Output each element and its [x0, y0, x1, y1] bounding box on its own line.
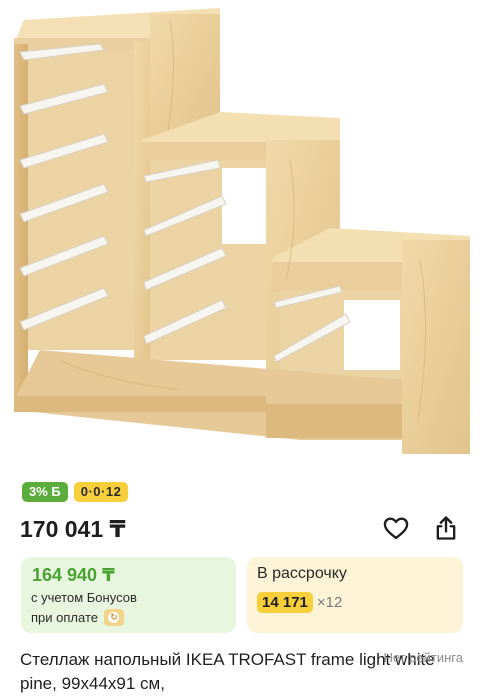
product-image[interactable] — [0, 0, 483, 470]
bonus-price-caption: с учетом Бонусов — [31, 590, 137, 605]
actions — [382, 514, 460, 542]
badges: 3% Б 0·0·12 — [22, 482, 129, 502]
installment-months: ×12 — [316, 594, 343, 611]
bonus-price: 164 940 ₸ — [32, 565, 115, 585]
bonus-percent-badge: 3% Б — [22, 482, 68, 502]
heart-icon[interactable] — [382, 514, 410, 542]
installment-card[interactable]: В рассрочку 14 171 ×12 — [247, 557, 463, 633]
product-title-row: Стеллаж напольный IKEA TROFAST frame lig… — [20, 648, 480, 696]
price-row: 170 041 ₸ — [20, 512, 468, 546]
bonus-payment-caption: при оплате ↻ — [31, 609, 124, 626]
rating-status: Нет рейтинга — [383, 650, 463, 665]
installment-title: В рассрочку — [257, 565, 347, 582]
installment-monthly-amount: 14 171 — [257, 592, 313, 613]
bonus-coin-icon: ↻ — [103, 609, 124, 626]
installment-monthly: 14 171 ×12 — [257, 592, 342, 613]
price-options: 164 940 ₸ с учетом Бонусов при оплате ↻ … — [21, 557, 463, 633]
bonus-price-card[interactable]: 164 940 ₸ с учетом Бонусов при оплате ↻ — [21, 557, 236, 633]
furniture-photo-icon — [14, 8, 470, 454]
installment-badge: 0·0·12 — [73, 482, 129, 502]
share-icon[interactable] — [432, 514, 460, 542]
bonus-payment-label: при оплате — [31, 610, 98, 625]
